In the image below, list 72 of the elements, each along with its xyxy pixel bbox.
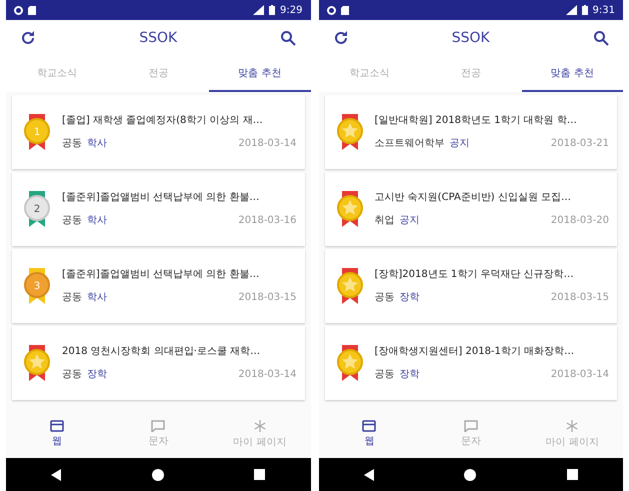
category-label: 공지 <box>400 214 420 228</box>
message-icon <box>151 420 166 432</box>
notice-card[interactable]: 2018 영천시장학회 의대편입·로스쿨 재학… 공동 장학 2018-03-14 <box>12 326 304 400</box>
snowflake-icon <box>565 418 580 432</box>
notice-card[interactable]: 3 [졸준위]졸업앨범비 선택납부에 의한 환불… 공동 학사 2018-03-15 <box>12 249 304 323</box>
department-label: 소프트웨어학부 <box>374 137 444 151</box>
notification-icon <box>14 6 23 14</box>
battery-icon <box>582 5 588 15</box>
recents-icon[interactable] <box>566 469 578 480</box>
category-label: 장학 <box>400 291 420 305</box>
notice-title: 2018 영천시장학회 의대편입·로스쿨 재학… <box>62 345 262 359</box>
notification-icon <box>326 6 336 14</box>
department-label: 취업 <box>374 214 394 228</box>
battery-icon <box>269 5 276 15</box>
department-label: 공동 <box>374 368 394 382</box>
date-label: 2018-03-15 <box>238 291 296 305</box>
app-title: SSOK <box>139 28 178 48</box>
home-icon[interactable] <box>464 468 476 480</box>
notice-card[interactable]: [일반대학원] 2018학년도 1학기 대학원 학… 소프트웨어학부 공지 2018-03-21 <box>324 95 617 169</box>
nav-tab[interactable]: 웹 <box>6 410 108 458</box>
notice-title: [졸준위]졸업앨범비 선택납부에 의한 환불… <box>62 191 260 205</box>
notice-title: [일반대학원] 2018학년도 1학기 대학원 학… <box>374 114 578 128</box>
notice-title: [졸준위]졸업앨범비 선택납부에 의한 환불… <box>62 268 260 282</box>
category-label: 장학 <box>87 368 107 382</box>
category-label: 장학 <box>400 368 420 382</box>
department-label: 공동 <box>62 137 82 151</box>
app-title: SSOK <box>452 28 490 48</box>
notice-title: 고시반 숙지원(CPA준비반) 신입실원 모집… <box>374 191 572 205</box>
clock-time: 9:31 <box>592 4 615 18</box>
notice-card[interactable]: 2 [졸준위]졸업앨범비 선택납부에 의한 환불… 공동 학사 2018-03-16 <box>12 172 304 246</box>
date-label: 2018-03-16 <box>238 214 296 228</box>
signal-icon <box>566 5 577 15</box>
department-label: 공동 <box>62 214 82 228</box>
notice-card[interactable]: [장학]2018년도 1학기 우덕재단 신규장학… 공동 장학 2018-03-15 <box>324 249 617 323</box>
notice-title: [장학]2018년도 1학기 우덕재단 신규장학… <box>374 268 575 282</box>
notice-card[interactable]: 고시반 숙지원(CPA준비반) 신입실원 모집… 취업 공지 2018-03-20 <box>324 172 617 246</box>
department-label: 공동 <box>374 291 394 305</box>
notice-card[interactable]: [장애학생지원센터] 2018-1학기 매화장학… 공동 장학 2018-03-14 <box>324 326 617 400</box>
search-icon[interactable] <box>280 30 296 46</box>
tab[interactable]: 맞춤 추천 <box>209 56 310 92</box>
category-label: 학사 <box>87 291 107 305</box>
date-label: 2018-03-14 <box>550 368 609 382</box>
search-icon[interactable] <box>592 30 609 46</box>
department-label: 공동 <box>62 368 82 382</box>
refresh-icon[interactable] <box>20 30 36 46</box>
message-icon <box>464 420 478 432</box>
category-label: 학사 <box>87 137 107 151</box>
nav-tab[interactable]: 웹 <box>318 410 420 458</box>
refresh-icon[interactable] <box>332 30 348 46</box>
category-label: 공지 <box>450 137 470 151</box>
home-icon[interactable] <box>152 468 164 480</box>
date-label: 2018-03-14 <box>238 368 296 382</box>
clock-time: 9:29 <box>280 4 302 18</box>
date-label: 2018-03-21 <box>550 137 609 151</box>
department-label: 공동 <box>62 291 82 305</box>
date-label: 2018-03-14 <box>238 137 296 151</box>
recents-icon[interactable] <box>254 469 266 480</box>
sd-card-icon <box>340 6 348 14</box>
back-icon[interactable] <box>51 468 62 480</box>
notice-title: [졸업] 재학생 졸업예정자(8학기 이상의 재… <box>62 114 264 128</box>
date-label: 2018-03-20 <box>550 214 609 228</box>
notice-card[interactable]: 1 [졸업] 재학생 졸업예정자(8학기 이상의 재… 공동 학사 2018-03-14 <box>12 95 304 169</box>
category-label: 학사 <box>87 214 107 228</box>
back-icon[interactable] <box>364 468 374 480</box>
sd-card-icon <box>28 6 36 14</box>
tab[interactable]: 맞춤 추천 <box>522 56 623 92</box>
date-label: 2018-03-15 <box>550 291 609 305</box>
signal-icon <box>253 5 264 15</box>
browser-icon <box>50 420 64 432</box>
notice-title: [장애학생지원센터] 2018-1학기 매화장학… <box>374 345 576 359</box>
snowflake-icon <box>252 418 267 432</box>
browser-icon <box>362 420 376 432</box>
